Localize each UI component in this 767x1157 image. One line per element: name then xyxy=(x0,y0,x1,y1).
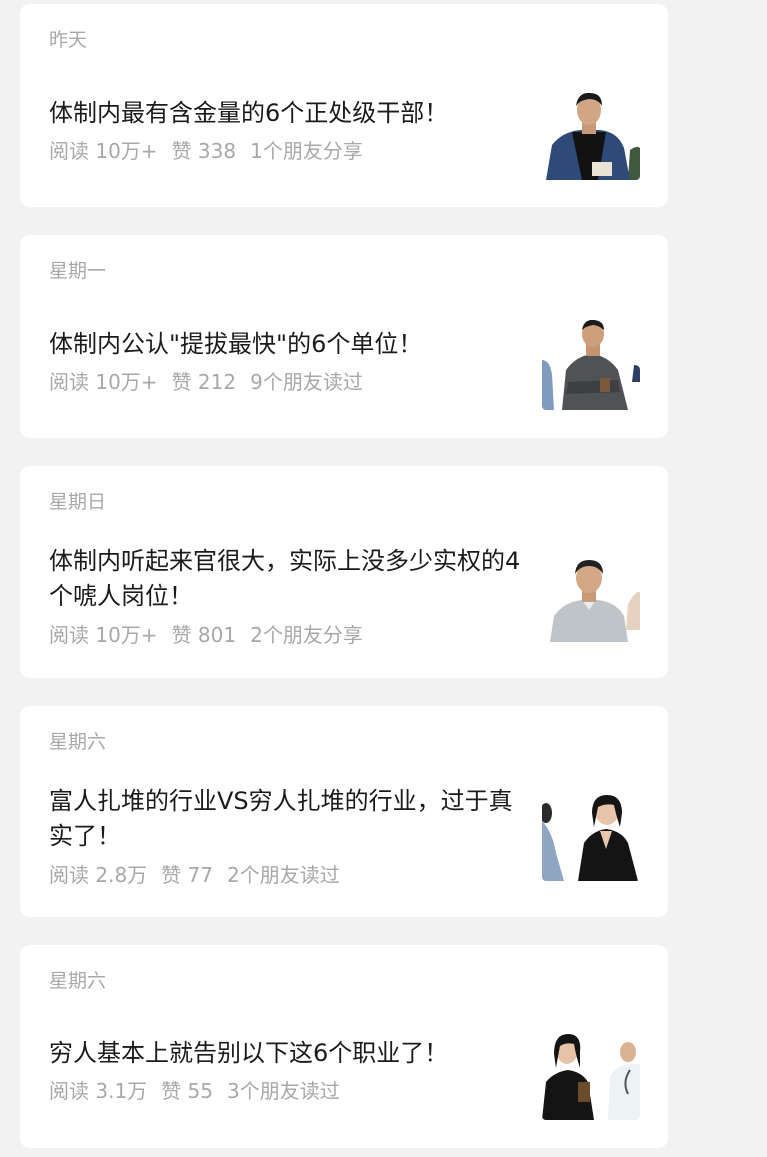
article-card[interactable]: 星期日 体制内听起来官很大，实际上没多少实权的4个唬人岗位！ 阅读 10万+ 赞 … xyxy=(20,466,668,678)
read-count: 阅读 3.1万 xyxy=(49,1079,148,1103)
article-thumbnail[interactable] xyxy=(542,1030,640,1120)
article-thumbnail[interactable] xyxy=(542,791,640,881)
like-count: 赞 801 xyxy=(171,623,237,647)
article-card[interactable]: 星期六 富人扎堆的行业VS穷人扎堆的行业，过于真实了！ 阅读 2.8万赞 77 2… xyxy=(20,706,668,917)
friend-activity: 1个朋友分享 xyxy=(250,139,363,163)
article-title[interactable]: 富人扎堆的行业VS穷人扎堆的行业，过于真实了！ xyxy=(49,784,525,854)
woman-and-doctor-illustration xyxy=(542,1030,640,1120)
friend-activity: 2个朋友读过 xyxy=(226,863,340,887)
man-in-blue-suit-illustration xyxy=(542,90,640,180)
article-date: 星期六 xyxy=(49,970,107,992)
man-in-grey-jacket-arms-crossed-illustration xyxy=(542,320,640,410)
woman-in-black-suit-illustration xyxy=(542,791,640,881)
like-count: 赞 77 xyxy=(161,863,213,887)
friend-activity: 2个朋友分享 xyxy=(250,623,363,647)
article-meta: 阅读 10万+ 赞 338 1个朋友分享 xyxy=(49,138,377,164)
friend-activity: 3个朋友读过 xyxy=(226,1079,340,1103)
read-count: 阅读 10万+ xyxy=(49,623,158,647)
article-thumbnail[interactable] xyxy=(542,320,640,410)
article-meta: 阅读 10万+ 赞 212 9个朋友读过 xyxy=(49,369,377,395)
read-count: 阅读 10万+ xyxy=(49,139,158,163)
article-feed: 昨天 体制内最有含金量的6个正处级干部！ 阅读 10万+ 赞 338 1个朋友分享 … xyxy=(0,0,767,1157)
older-man-grey-shirt-illustration xyxy=(542,552,640,642)
article-date: 星期日 xyxy=(49,491,107,513)
read-count: 阅读 2.8万 xyxy=(49,863,148,887)
article-title[interactable]: 体制内听起来官很大，实际上没多少实权的4个唬人岗位！ xyxy=(49,544,525,614)
article-thumbnail[interactable] xyxy=(542,552,640,642)
article-meta: 阅读 3.1万赞 55 3个朋友读过 xyxy=(49,1078,354,1104)
like-count: 赞 55 xyxy=(161,1079,213,1103)
article-thumbnail[interactable] xyxy=(542,90,640,180)
article-card[interactable]: 星期一 体制内公认"提拔最快"的6个单位！ 阅读 10万+ 赞 212 9个朋友读过 xyxy=(20,235,668,438)
article-title[interactable]: 体制内最有含金量的6个正处级干部！ xyxy=(49,96,525,131)
friend-activity: 9个朋友读过 xyxy=(250,370,363,394)
article-date: 星期六 xyxy=(49,731,107,753)
article-card[interactable]: 星期六 穷人基本上就告别以下这6个职业了！ 阅读 3.1万赞 55 3个朋友读过 xyxy=(20,945,668,1148)
article-date: 昨天 xyxy=(49,29,88,51)
like-count: 赞 212 xyxy=(171,370,237,394)
article-meta: 阅读 10万+ 赞 801 2个朋友分享 xyxy=(49,622,377,648)
article-title[interactable]: 体制内公认"提拔最快"的6个单位！ xyxy=(49,327,525,362)
read-count: 阅读 10万+ xyxy=(49,370,158,394)
article-meta: 阅读 2.8万赞 77 2个朋友读过 xyxy=(49,862,354,888)
article-title[interactable]: 穷人基本上就告别以下这6个职业了！ xyxy=(49,1036,525,1071)
like-count: 赞 338 xyxy=(171,139,237,163)
article-card[interactable]: 昨天 体制内最有含金量的6个正处级干部！ 阅读 10万+ 赞 338 1个朋友分享 xyxy=(20,4,668,207)
article-date: 星期一 xyxy=(49,260,107,282)
